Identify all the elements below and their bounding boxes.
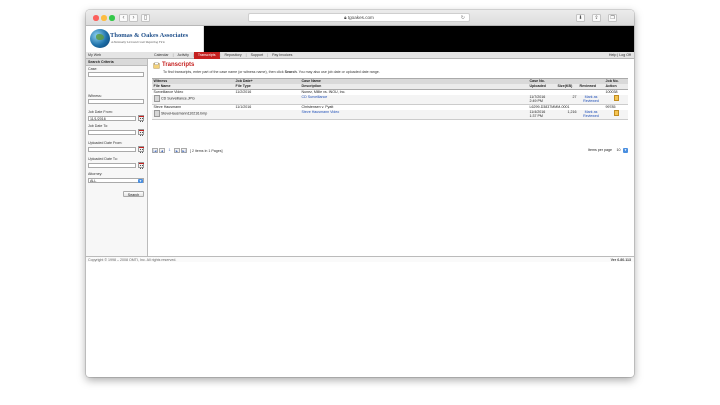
uploaded-cell: 11/7/2016 2:49 PM xyxy=(528,94,556,105)
description-link[interactable]: CD Surveillance xyxy=(300,94,528,105)
download-file-icon[interactable] xyxy=(613,95,619,101)
prev-page-button[interactable]: ◀ xyxy=(159,147,165,154)
zoom-window-button[interactable] xyxy=(109,15,115,21)
attorney-label: Attorney: xyxy=(88,171,103,176)
logoff-link[interactable]: Log Off xyxy=(619,53,631,57)
downloads-button[interactable]: ⬇ xyxy=(576,13,585,22)
copyright-text: Copyright © 1998 – 2008 OMTI, Inc. All r… xyxy=(88,258,177,262)
witness-input[interactable] xyxy=(88,98,144,104)
back-button[interactable]: ‹ xyxy=(119,13,128,22)
current-page[interactable]: 1 xyxy=(166,148,173,154)
page-title: Transcripts xyxy=(162,61,195,68)
address-text: tgoakes.com xyxy=(347,15,374,20)
tabs-icon: ❐ xyxy=(610,14,615,21)
close-window-button[interactable] xyxy=(93,15,99,21)
job-date-from-input[interactable]: 11/1/2016 xyxy=(88,115,136,121)
calendar-icon[interactable] xyxy=(138,128,144,136)
attorney-value: ALL xyxy=(90,178,97,183)
file-name-cell[interactable]: CD Surveillance.JPG xyxy=(152,94,234,105)
file-icon xyxy=(153,110,160,117)
file-type-cell xyxy=(234,109,300,120)
calendar-icon[interactable] xyxy=(138,114,144,122)
uploaded-from-label: Uploaded Date From: xyxy=(88,140,123,145)
site-logo[interactable]: Thomas & Oakes Associates A Nationally L… xyxy=(86,26,204,52)
items-per-page-label: Items per page xyxy=(588,148,612,152)
globe-icon xyxy=(90,29,110,48)
chevron-down-icon[interactable]: ▼ xyxy=(623,147,628,153)
items-per-page: Items per page 10 ▼ xyxy=(588,147,628,153)
instructions-text: To find transcripts, enter part of the c… xyxy=(163,69,380,74)
search-criteria-panel: Search Criteria Case: Witness: Job Date … xyxy=(86,58,148,256)
job-date-from-label: Job Date From: xyxy=(88,109,113,114)
logo-title: Thomas & Oakes Associates xyxy=(110,32,189,39)
reload-icon[interactable]: ↻ xyxy=(461,14,465,23)
address-bar[interactable]: 🔒︎ tgoakes.com ↻ xyxy=(248,13,470,22)
size-cell: 27 xyxy=(556,94,578,105)
version-text: Ver 6.80.113 xyxy=(610,258,631,262)
mark-reviewed-link[interactable]: Mark as Reviewed xyxy=(578,109,604,120)
lock-icon: 🔒︎ xyxy=(344,15,347,20)
logo-tagline: A Nationally Licensed Court Reporting Fi… xyxy=(111,40,165,44)
pager-summary: [ 2 items in 1 Pages] xyxy=(190,148,223,153)
site-footer: Copyright © 1998 – 2008 OMTI, Inc. All r… xyxy=(86,256,634,262)
download-icon: ⬇ xyxy=(578,14,583,21)
case-input[interactable] xyxy=(88,71,144,77)
site-header: Thomas & Oakes Associates A Nationally L… xyxy=(86,26,634,52)
next-page-button[interactable]: ▶ xyxy=(174,147,180,154)
mark-reviewed-link[interactable]: Mark as Reviewed xyxy=(578,94,604,105)
chevron-down-icon: ▼ xyxy=(138,178,143,183)
share-button[interactable]: ⇪ xyxy=(592,13,601,22)
chevron-left-icon: ‹ xyxy=(122,14,125,21)
first-page-button[interactable]: |◀ xyxy=(152,147,158,154)
attorney-select[interactable]: ALL ▼ xyxy=(88,177,144,183)
table-row: SteveHausmann110216.bmp Steve Hausmann V… xyxy=(152,109,628,120)
file-type-cell xyxy=(234,94,300,105)
last-page-button[interactable]: ▶| xyxy=(181,147,187,154)
minimize-window-button[interactable] xyxy=(101,15,107,21)
size-cell: 1,216 xyxy=(556,109,578,120)
description-link[interactable]: Steve Hausmann Video xyxy=(300,109,528,120)
file-icon xyxy=(153,95,160,102)
chevron-right-icon: › xyxy=(132,14,135,21)
calendar-icon[interactable] xyxy=(138,161,144,169)
transcripts-table: Witness Job Date+ Case Name Case No. Job… xyxy=(152,77,628,120)
tabs-button[interactable]: ❐ xyxy=(608,13,617,22)
table-row: CD Surveillance.JPG CD Surveillance 11/7… xyxy=(152,94,628,105)
calendar-icon[interactable] xyxy=(138,145,144,153)
uploaded-to-input[interactable] xyxy=(88,162,136,168)
download-file-icon[interactable] xyxy=(613,110,619,116)
witness-label: Witness: xyxy=(88,93,102,98)
main-content: Transcripts To find transcripts, enter p… xyxy=(149,58,634,256)
help-link[interactable]: Help xyxy=(609,53,616,57)
pager: |◀ ◀ 1 ▶ ▶| [ 2 items in 1 Pages] xyxy=(152,147,223,154)
search-button[interactable]: Search xyxy=(123,190,144,197)
forward-button[interactable]: › xyxy=(129,13,138,22)
nav-right: Help | Log Off xyxy=(608,53,631,57)
job-date-to-input[interactable] xyxy=(88,129,136,135)
panel-title: Search Criteria xyxy=(86,58,147,66)
uploaded-to-label: Uploaded Date To: xyxy=(88,156,118,161)
share-icon: ⇪ xyxy=(594,14,599,21)
uploaded-from-input[interactable] xyxy=(88,146,136,152)
browser-window: ‹ › ▯ 🔒︎ tgoakes.com ↻ ⬇ ⇪ ❐ Thomas & Oa… xyxy=(86,10,634,377)
action-cell[interactable] xyxy=(604,94,628,105)
my-web-label: My Web xyxy=(88,53,102,57)
action-cell[interactable] xyxy=(604,109,628,120)
uploaded-cell: 11/4/2016 1:37 PM xyxy=(528,109,556,120)
sidebar-icon: ▯ xyxy=(143,14,148,21)
browser-toolbar: ‹ › ▯ 🔒︎ tgoakes.com ↻ ⬇ ⇪ ❐ xyxy=(86,10,634,26)
sidebar-toggle-button[interactable]: ▯ xyxy=(141,13,150,22)
file-name-cell[interactable]: SteveHausmann110216.bmp xyxy=(152,109,234,120)
case-label: Case: xyxy=(88,66,98,71)
job-date-to-label: Job Date To: xyxy=(88,123,109,128)
items-per-page-select[interactable]: 10 xyxy=(615,148,622,152)
